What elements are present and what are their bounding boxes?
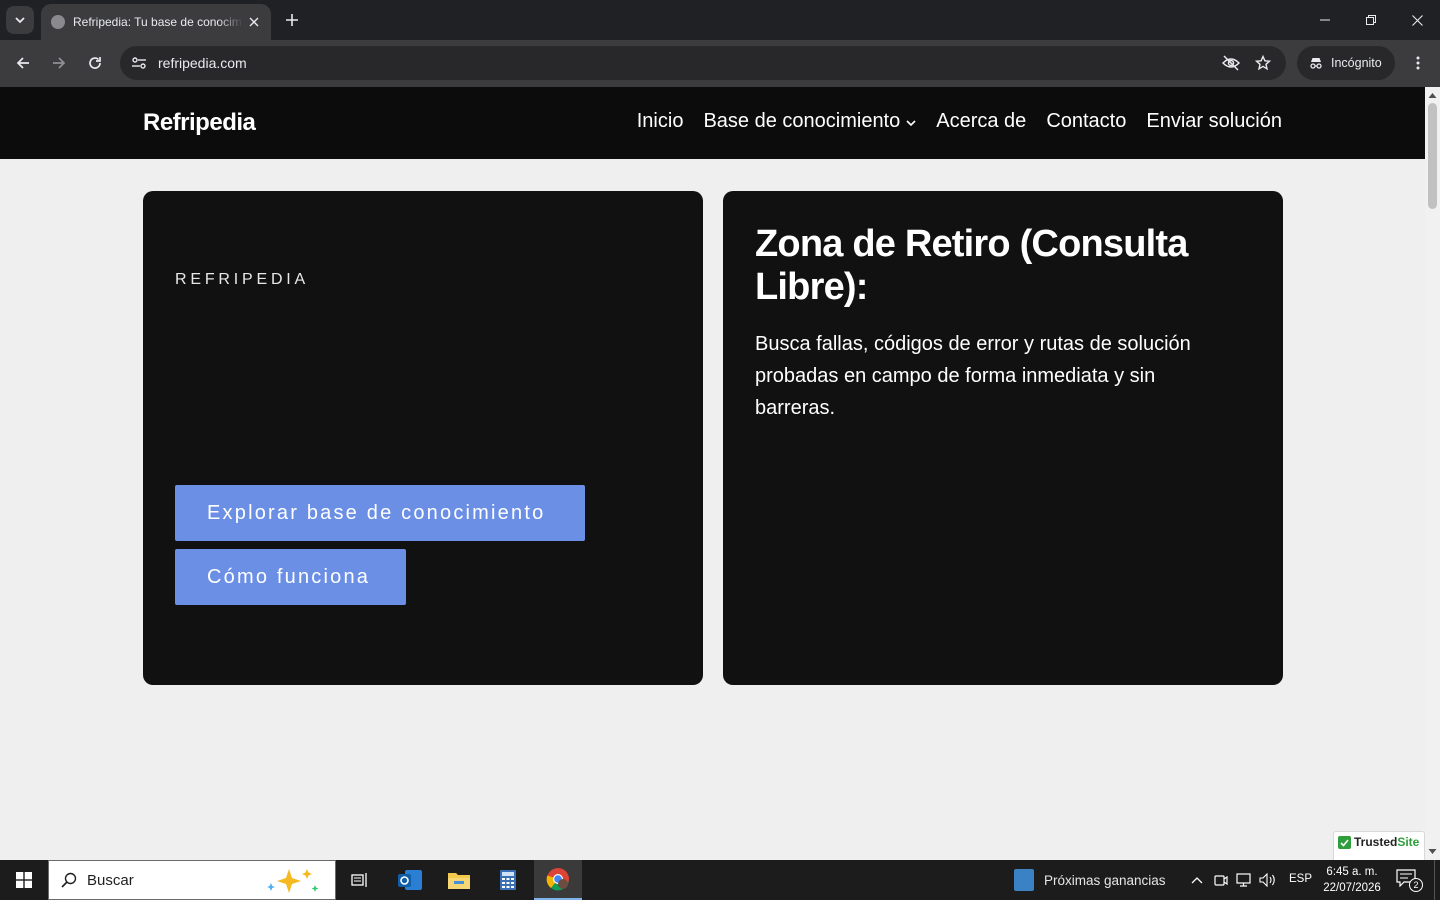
- volume-icon[interactable]: [1258, 870, 1278, 890]
- site-settings-icon[interactable]: [128, 53, 150, 73]
- main-nav: Inicio Base de conocimiento Acerca de Co…: [637, 110, 1282, 133]
- hero-card-right: Zona de Retiro (Consulta Libre): Busca f…: [723, 191, 1283, 685]
- clock-time: 6:45 a. m.: [1326, 866, 1378, 878]
- more-vertical-icon: [1416, 56, 1420, 70]
- plus-icon: [286, 14, 298, 26]
- outlook-icon: [398, 870, 422, 890]
- restore-button[interactable]: [1348, 0, 1394, 40]
- search-placeholder: Buscar: [87, 871, 134, 889]
- page-scrollbar[interactable]: [1425, 87, 1440, 860]
- address-bar[interactable]: refripedia.com: [120, 46, 1286, 80]
- news-icon: [1014, 869, 1034, 891]
- trustedsite-badge[interactable]: TrustedSite: [1333, 831, 1425, 860]
- page-viewport: Refripedia Inicio Base de conocimiento A…: [0, 87, 1425, 860]
- taskbar-app-file-explorer[interactable]: [435, 860, 483, 900]
- chevron-down-icon: [906, 119, 916, 126]
- notification-count: 2: [1409, 878, 1423, 892]
- sparkle-icon: [267, 869, 319, 893]
- site-logo[interactable]: Refripedia: [143, 109, 256, 137]
- show-desktop-button[interactable]: [1434, 860, 1440, 900]
- tab-search-button[interactable]: [6, 6, 34, 34]
- scroll-down-arrow-icon[interactable]: [1428, 848, 1437, 856]
- nav-item-inicio[interactable]: Inicio: [637, 110, 684, 133]
- browser-tab[interactable]: Refripedia: Tu base de conocimiento: [41, 4, 271, 40]
- new-tab-button[interactable]: [280, 8, 304, 32]
- nav-item-contacto[interactable]: Contacto: [1046, 110, 1126, 133]
- url-text: refripedia.com: [158, 55, 247, 71]
- notification-center-button[interactable]: 2: [1396, 869, 1424, 893]
- scroll-up-arrow-icon[interactable]: [1428, 91, 1437, 99]
- trustedsite-name-suffix: Site: [1397, 835, 1420, 849]
- incognito-icon: [1310, 58, 1322, 69]
- tab-title: Refripedia: Tu base de conocimiento: [73, 15, 243, 29]
- tracking-protection-icon[interactable]: [1220, 53, 1242, 73]
- close-window-button[interactable]: [1394, 0, 1440, 40]
- clock-date: 22/07/2026: [1323, 882, 1381, 894]
- meet-now-icon[interactable]: [1211, 870, 1231, 890]
- task-view-button[interactable]: [336, 860, 384, 900]
- folder-icon: [448, 873, 470, 889]
- chrome-icon: [546, 868, 569, 891]
- browser-toolbar: refripedia.com Incógnito: [0, 40, 1440, 87]
- arrow-left-icon: [16, 57, 29, 69]
- start-button[interactable]: [0, 860, 48, 900]
- site-header: Refripedia Inicio Base de conocimiento A…: [0, 87, 1425, 159]
- chevron-down-icon: [15, 17, 25, 24]
- hero-title: Zona de Retiro (Consulta Libre):: [755, 223, 1188, 308]
- bookmark-star-icon[interactable]: [1252, 53, 1274, 73]
- scrollbar-thumb[interactable]: [1428, 103, 1437, 209]
- news-text: Próximas ganancias: [1044, 872, 1166, 888]
- hero-description: Busca fallas, códigos de error y rutas d…: [755, 333, 1191, 419]
- reload-button[interactable]: [81, 49, 109, 77]
- explore-knowledge-base-button[interactable]: Explorar base de conocimiento: [175, 485, 585, 541]
- close-tab-icon[interactable]: [245, 13, 263, 31]
- restore-icon: [1366, 15, 1376, 25]
- minimize-button[interactable]: [1302, 0, 1348, 40]
- taskbar: Buscar Próximas ganancias ESP 6:45 a. m.…: [0, 860, 1440, 900]
- incognito-label: Incógnito: [1331, 56, 1382, 70]
- site-favicon-icon: [51, 15, 65, 29]
- tab-strip: Refripedia: Tu base de conocimiento: [0, 0, 1440, 40]
- taskbar-search-box[interactable]: Buscar: [48, 860, 336, 900]
- trustedsite-name: TrustedSite: [1354, 836, 1419, 849]
- back-button[interactable]: [9, 49, 37, 77]
- windows-logo-icon: [16, 872, 32, 888]
- task-view-icon: [351, 873, 367, 887]
- how-it-works-button[interactable]: Cómo funciona: [175, 549, 406, 605]
- nav-item-acerca-de[interactable]: Acerca de: [936, 110, 1026, 133]
- checkmark-icon: [1338, 836, 1351, 849]
- minimize-icon: [1320, 19, 1330, 21]
- network-icon[interactable]: [1235, 870, 1255, 890]
- hero-card-left: REFRIPEDIA Explorar base de conocimiento…: [143, 191, 703, 685]
- taskbar-app-outlook[interactable]: [386, 860, 434, 900]
- close-icon: [1411, 14, 1423, 26]
- nav-item-label: Base de conocimiento: [703, 110, 901, 132]
- calculator-icon: [500, 870, 516, 890]
- nav-item-base-de-conocimiento[interactable]: Base de conocimiento: [703, 110, 916, 133]
- forward-button[interactable]: [45, 49, 73, 77]
- news-widget[interactable]: Próximas ganancias: [1014, 860, 1166, 900]
- arrow-right-icon: [53, 57, 66, 69]
- incognito-indicator[interactable]: Incógnito: [1297, 46, 1395, 80]
- taskbar-app-chrome[interactable]: [534, 860, 582, 900]
- search-icon: [61, 872, 77, 888]
- hidden-icons-chevron-up-icon[interactable]: [1187, 870, 1207, 890]
- system-clock[interactable]: 6:45 a. m. 22/07/2026: [1318, 864, 1386, 896]
- taskbar-app-calculator[interactable]: [484, 860, 532, 900]
- hero-eyebrow: REFRIPEDIA: [175, 271, 310, 288]
- browser-menu-button[interactable]: [1406, 49, 1430, 77]
- nav-item-enviar-solucion[interactable]: Enviar solución: [1146, 110, 1282, 133]
- input-language[interactable]: ESP: [1289, 873, 1312, 885]
- trustedsite-name-prefix: Trusted: [1354, 835, 1398, 849]
- reload-icon: [89, 57, 101, 69]
